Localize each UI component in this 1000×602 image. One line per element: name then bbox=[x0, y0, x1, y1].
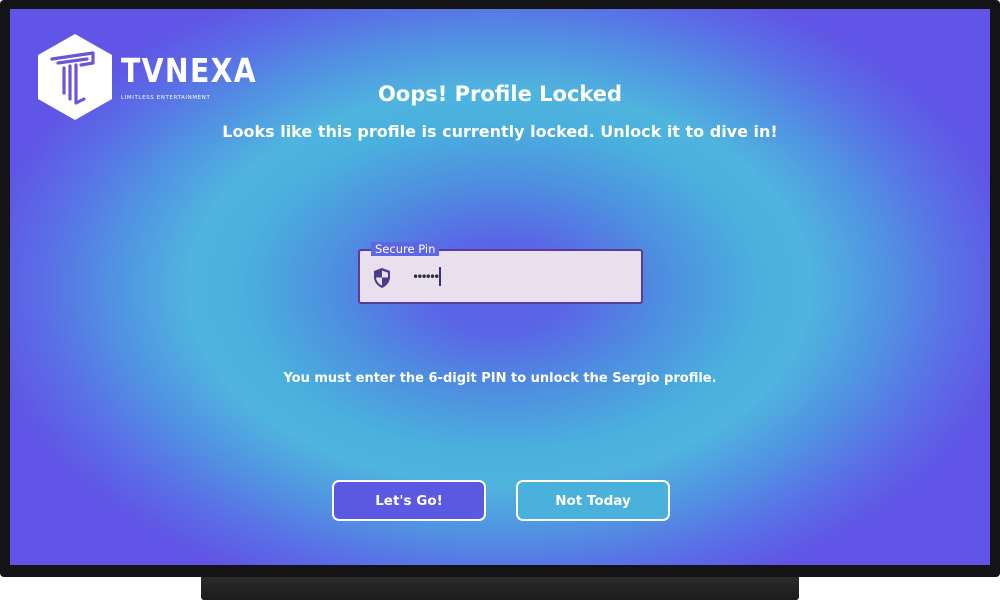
brand-logo: TVNEXA LIMITLESS ENTERTAINMENT bbox=[37, 33, 256, 125]
tv-stand bbox=[201, 577, 799, 600]
page-title: Oops! Profile Locked bbox=[377, 82, 623, 106]
tv-screen: TVNEXA LIMITLESS ENTERTAINMENT Oops! Pro… bbox=[10, 9, 990, 565]
tv-frame: TVNEXA LIMITLESS ENTERTAINMENT Oops! Pro… bbox=[0, 0, 1000, 577]
secure-pin-input[interactable]: •••••• bbox=[412, 268, 440, 286]
pin-hint-text: You must enter the 6-digit PIN to unlock… bbox=[283, 371, 717, 386]
lets-go-button[interactable]: Let's Go! bbox=[332, 480, 486, 521]
secure-pin-field[interactable]: Secure Pin •••••• bbox=[358, 242, 643, 304]
text-caret bbox=[439, 267, 441, 286]
page-subtitle: Looks like this profile is currently loc… bbox=[222, 122, 778, 141]
shield-icon bbox=[374, 268, 390, 288]
secure-pin-label: Secure Pin bbox=[371, 242, 440, 256]
tvnexa-logo-icon bbox=[38, 34, 112, 120]
not-today-button[interactable]: Not Today bbox=[516, 480, 670, 521]
